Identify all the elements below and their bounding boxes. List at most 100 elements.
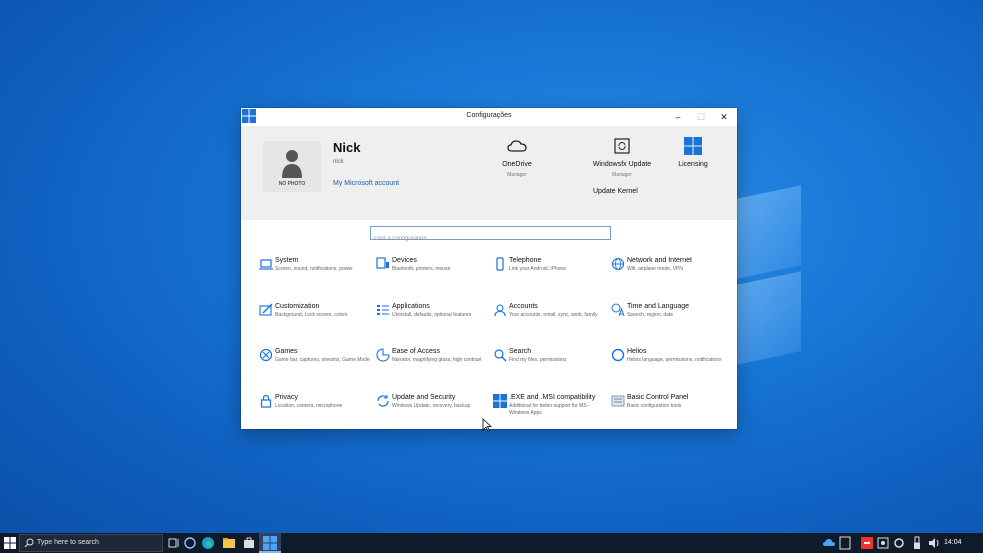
close-button[interactable]: ✕ xyxy=(713,110,735,124)
edge-icon[interactable] xyxy=(201,536,215,550)
language-icon xyxy=(611,303,625,317)
tile-description: Screen, sound, notifications, power xyxy=(275,266,353,272)
start-button[interactable] xyxy=(4,537,16,549)
tile-name: Update and Security xyxy=(392,394,456,401)
clock[interactable]: 14:04 xyxy=(944,539,962,546)
brush-icon xyxy=(259,303,273,316)
onedrive-label: OneDrive xyxy=(502,161,532,168)
update-icon xyxy=(614,138,630,154)
tile-helios[interactable]: Helios Helios language, permissions, noti… xyxy=(611,348,727,384)
tile-name: Devices xyxy=(392,257,417,264)
phone-icon xyxy=(496,257,504,271)
windows-logo-icon xyxy=(263,536,277,550)
tile-privacy[interactable]: Privacy Location, camera, microphone xyxy=(259,394,375,430)
file-explorer-icon[interactable] xyxy=(222,536,236,550)
licensing-label: Licensing xyxy=(678,161,708,168)
licensing-action[interactable]: Licensing xyxy=(673,135,713,168)
update-kernel-link[interactable]: Update Kernel xyxy=(593,188,638,195)
tile-description: Your accounts, email, sync, work, family xyxy=(509,312,598,318)
windowsfx-update-action[interactable]: Windowsfx Update Manager xyxy=(589,135,655,178)
tile-time-and-language[interactable]: Time and Language Speech, region, date xyxy=(611,303,727,339)
tile-name: Time and Language xyxy=(627,303,690,310)
keyboard-icon xyxy=(376,257,389,269)
tile-description: Wifi, airplane mode, VPN xyxy=(627,266,683,272)
circle-icon xyxy=(611,348,625,362)
tile-update-and-security[interactable]: Update and Security Windows Update, recov… xyxy=(376,394,492,430)
tile-name: Accounts xyxy=(509,303,538,310)
tile-exe-and-msi-compatibility[interactable]: .EXE and .MSI compatibility Additional fo… xyxy=(493,394,609,430)
tile-description: Background, Lock screen, colors xyxy=(275,312,348,318)
desktop-windows-logo xyxy=(737,178,801,365)
person-silhouette-icon xyxy=(282,150,302,178)
person-icon xyxy=(494,304,506,317)
tile-name: System xyxy=(275,257,299,264)
onedrive-tray-icon[interactable] xyxy=(822,536,836,550)
tile-system[interactable]: System Screen, sound, notifications, powe… xyxy=(259,257,375,293)
tile-description: Speech, region, date xyxy=(627,312,674,318)
taskbar: Type here to search 14:04 xyxy=(0,533,983,553)
settings-tray-icon[interactable] xyxy=(892,536,906,550)
user-id: nick xyxy=(333,159,344,165)
tile-applications[interactable]: Applications Uninstall, defaults, optiona… xyxy=(376,303,492,339)
microsoft-account-link[interactable]: My Microsoft account xyxy=(333,180,399,187)
usb-icon[interactable] xyxy=(910,536,924,550)
task-view-icon[interactable] xyxy=(167,536,181,550)
tile-ease-of-access[interactable]: Ease of Access Narrator, magnifying glass… xyxy=(376,348,492,384)
minimize-button[interactable]: – xyxy=(667,110,689,124)
tile-name: Search xyxy=(509,348,532,355)
windows-logo-icon xyxy=(493,394,507,408)
window-title: Configurações xyxy=(466,112,512,119)
maximize-button[interactable]: ☐ xyxy=(690,110,712,124)
window-tray-icon[interactable] xyxy=(838,536,852,550)
globe-icon xyxy=(611,257,625,271)
cortana-icon[interactable] xyxy=(183,536,197,550)
tile-description: Helios language, permissions, notificati… xyxy=(627,357,722,363)
mouse-cursor xyxy=(482,418,493,432)
ease-access-icon xyxy=(376,348,390,362)
store-icon[interactable] xyxy=(242,536,256,550)
tile-name: Customization xyxy=(275,303,320,310)
tile-name: Applications xyxy=(392,303,430,310)
tile-name: Basic Control Panel xyxy=(627,394,689,401)
search-input[interactable] xyxy=(371,233,610,245)
antivirus-icon[interactable] xyxy=(860,536,874,550)
user-name: Nick xyxy=(333,140,361,155)
tile-description: Uninstall, defaults, optional features xyxy=(392,312,472,318)
tile-search[interactable]: Search Find my files, permissions xyxy=(493,348,609,384)
volume-icon[interactable] xyxy=(927,536,941,550)
tile-telephone[interactable]: Telephone Link your Android, iPhone xyxy=(493,257,609,293)
tile-name: Telephone xyxy=(509,257,542,264)
tile-name: Helios xyxy=(627,348,647,355)
windowsfx-update-sub: Manager xyxy=(612,172,632,178)
tile-description: Additional for better support for MS - W… xyxy=(509,403,590,416)
settings-window: Configurações – ☐ ✕ NO PHOTO Nick nick M… xyxy=(241,108,737,429)
tile-name: Privacy xyxy=(275,394,298,401)
tile-description: Windows Update, recovery, backup xyxy=(392,403,471,409)
laptop-icon xyxy=(259,259,273,270)
sync-icon xyxy=(377,395,389,407)
taskbar-settings-app[interactable] xyxy=(259,533,281,553)
tile-basic-control-panel[interactable]: Basic Control Panel Basic configuration t… xyxy=(611,394,727,430)
cloud-icon xyxy=(507,140,527,152)
search-icon xyxy=(24,538,34,548)
xbox-icon xyxy=(259,348,273,362)
search-icon xyxy=(494,349,507,362)
taskbar-search[interactable]: Type here to search xyxy=(19,534,163,552)
lock-icon xyxy=(260,394,272,408)
tile-network-and-internet[interactable]: Network and Internet Wifi, airplane mode,… xyxy=(611,257,727,293)
tile-games[interactable]: Games Game bar, captures, streams, Game M… xyxy=(259,348,375,384)
tile-devices[interactable]: Devices Bluetooth, printers, mouse xyxy=(376,257,492,293)
tile-name: .EXE and .MSI compatibility xyxy=(509,394,596,401)
tile-description: Basic configuration tools xyxy=(627,403,682,409)
tile-description: Bluetooth, printers, mouse xyxy=(392,266,451,272)
avatar: NO PHOTO xyxy=(263,141,321,192)
tile-accounts[interactable]: Accounts Your accounts, email, sync, work… xyxy=(493,303,609,339)
tile-customization[interactable]: Customization Background, Lock screen, co… xyxy=(259,303,375,339)
onedrive-action[interactable]: OneDrive Manager xyxy=(496,135,538,178)
search-box[interactable] xyxy=(370,226,611,245)
profile-header: NO PHOTO Nick nick My Microsoft account … xyxy=(241,126,737,220)
app-tray-icon[interactable] xyxy=(876,536,890,550)
tile-description: Location, camera, microphone xyxy=(275,403,343,409)
title-bar[interactable]: Configurações – ☐ ✕ xyxy=(241,108,737,126)
tile-description: Game bar, captures, streams, Game Mode xyxy=(275,357,370,363)
